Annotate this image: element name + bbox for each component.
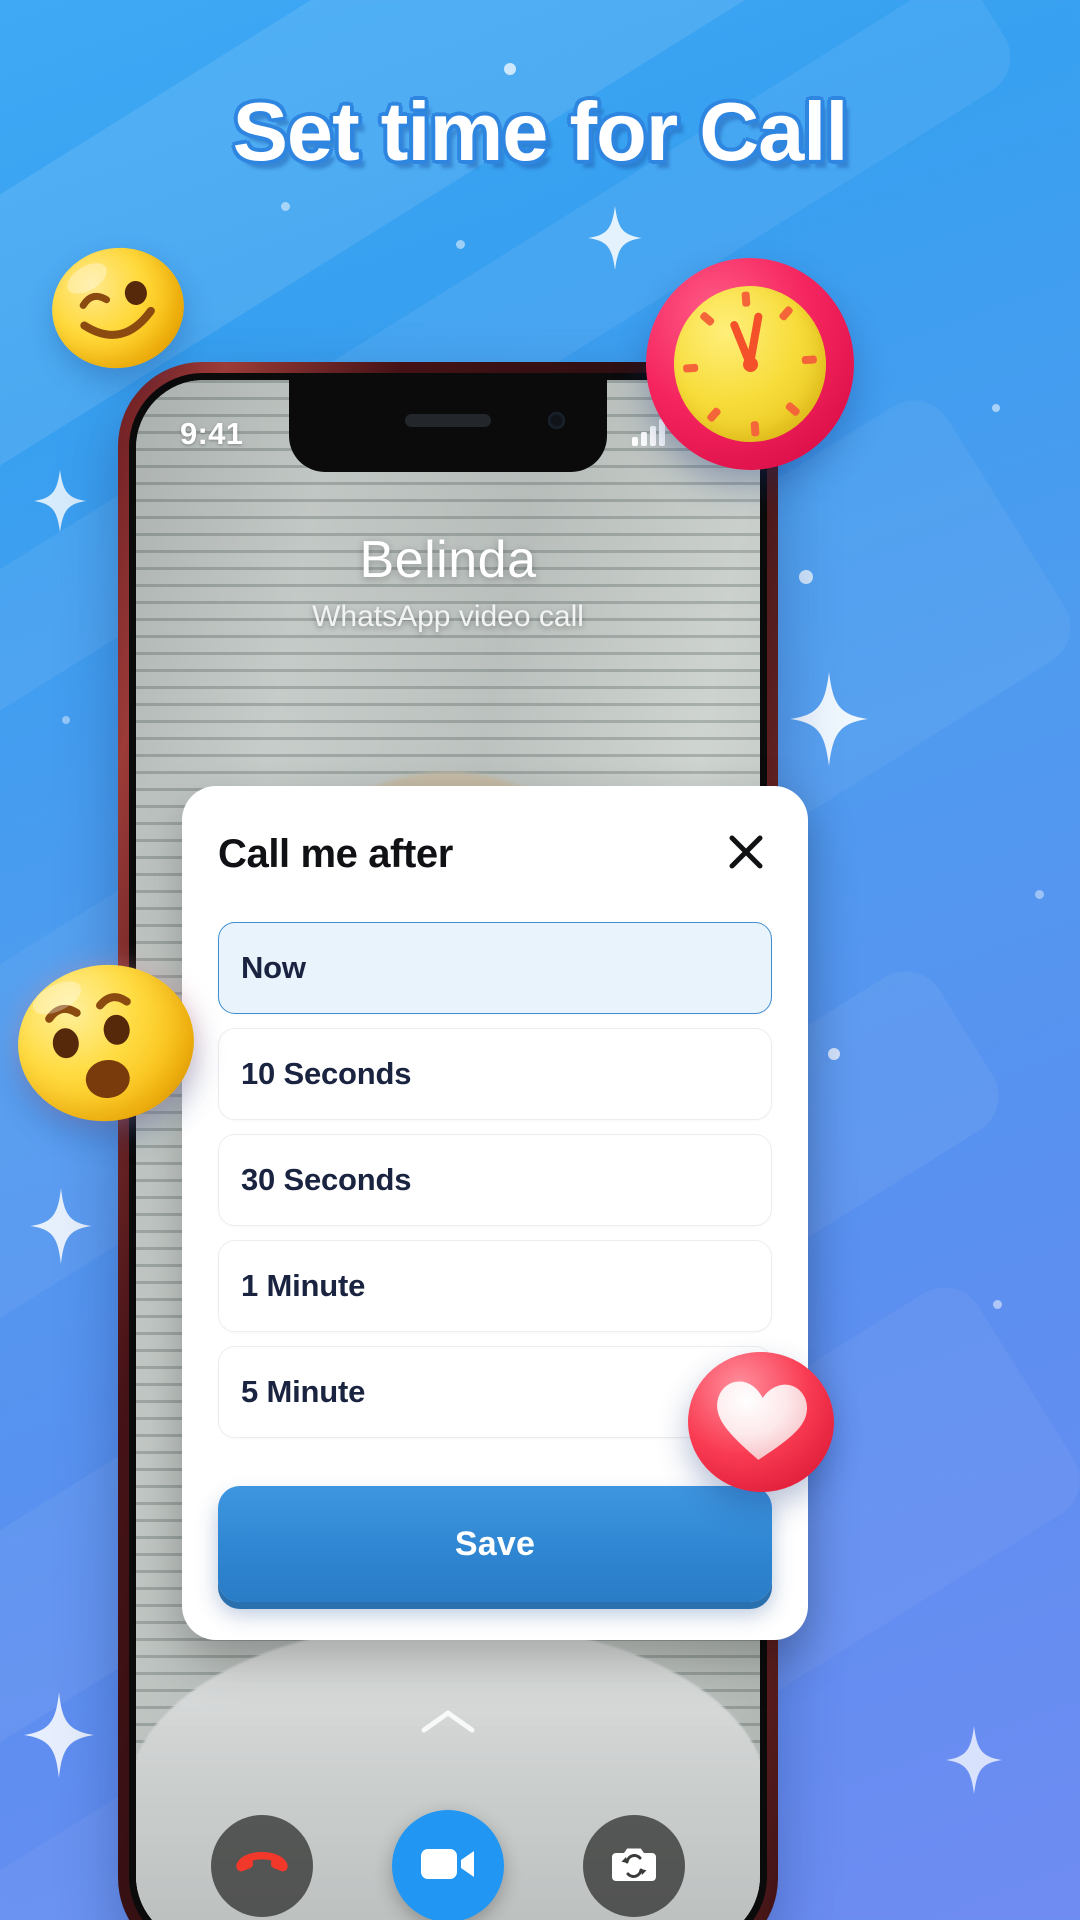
surprised-face-emoji (10, 956, 202, 1130)
sparkle-icon (946, 1726, 1002, 1794)
option-10-seconds[interactable]: 10 Seconds (218, 1028, 772, 1120)
option-label: 1 Minute (241, 1268, 366, 1303)
status-time: 9:41 (180, 416, 244, 451)
save-button[interactable]: Save (218, 1486, 772, 1602)
close-icon (725, 831, 767, 878)
option-1-minute[interactable]: 1 Minute (218, 1240, 772, 1332)
phone-hangup-icon (234, 1844, 290, 1889)
caller-name: Belinda (359, 531, 537, 589)
option-label: 30 Seconds (241, 1162, 412, 1197)
end-call-button[interactable] (211, 1815, 314, 1917)
close-button[interactable] (720, 828, 772, 880)
switch-camera-button[interactable] (582, 1815, 685, 1917)
call-type-label: WhatsApp video call (312, 600, 584, 633)
option-list: Now 10 Seconds 30 Seconds 1 Minute 5 Min… (218, 922, 772, 1438)
dialog-header: Call me after (218, 828, 772, 880)
sparkle-icon (24, 1692, 94, 1778)
call-me-after-dialog: Call me after Now 10 Seconds 30 Seconds … (182, 786, 808, 1640)
option-label: 10 Seconds (241, 1056, 412, 1091)
page-title: Set time for Call (232, 85, 849, 178)
camera-flip-icon (610, 1844, 658, 1889)
caller-info: Belinda WhatsApp video call (136, 530, 760, 634)
sparkle-icon (30, 1188, 92, 1264)
clock-face (668, 280, 832, 448)
sparkle-icon (790, 672, 868, 766)
sparkle-icon (588, 206, 642, 270)
call-controls (136, 1810, 760, 1920)
sparkle-icon (34, 470, 86, 532)
dialog-title: Call me after (218, 831, 453, 876)
video-camera-icon (419, 1844, 477, 1889)
option-label: Now (241, 950, 306, 985)
option-now[interactable]: Now (218, 922, 772, 1014)
chevron-up-icon[interactable] (420, 1708, 476, 1739)
heart-icon (717, 1381, 807, 1460)
option-label: 5 Minute (241, 1374, 366, 1409)
option-30-seconds[interactable]: 30 Seconds (218, 1134, 772, 1226)
video-toggle-button[interactable] (391, 1810, 504, 1920)
winking-face-emoji (43, 238, 193, 378)
